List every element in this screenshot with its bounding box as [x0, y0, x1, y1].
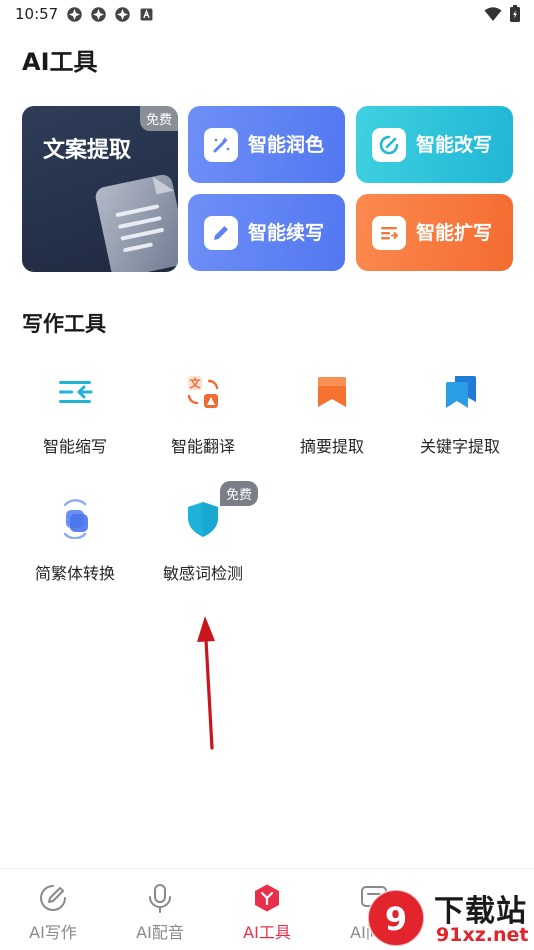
tool-summary-extract[interactable]: 摘要提取	[272, 372, 392, 457]
notification-app-icon	[115, 7, 130, 22]
watermark-logo-icon: 9	[367, 889, 425, 947]
magic-wand-icon	[204, 128, 238, 162]
notification-app-icon	[67, 7, 82, 22]
text-extraction-label: 文案提取	[43, 138, 132, 163]
pen-circle-icon	[40, 885, 66, 911]
edit-circle-icon	[372, 128, 406, 162]
tool-label: 摘要提取	[299, 437, 364, 456]
keyboard-a-icon	[140, 8, 153, 21]
tool-label: 智能缩写	[42, 437, 107, 456]
watermark-text-bottom: 91xz.net	[436, 924, 529, 946]
svg-text:9: 9	[385, 900, 407, 938]
convert-icon	[63, 499, 88, 539]
stacked-bookmark-icon	[446, 376, 476, 408]
nav-label: AI配音	[136, 923, 184, 942]
battery-icon	[510, 5, 520, 22]
tool-smart-translate[interactable]: 文 智能翻译	[143, 372, 263, 457]
pencil-icon	[204, 216, 238, 250]
wifi-icon	[484, 6, 502, 21]
text-extraction-card[interactable]: 文案提取 免费	[22, 106, 178, 272]
smart-continue-label: 智能续写	[248, 222, 325, 244]
tool-label: 智能翻译	[170, 437, 235, 456]
smart-expand-label: 智能扩写	[416, 222, 493, 244]
tool-label: 关键字提取	[419, 437, 500, 456]
translate-icon: 文	[187, 376, 219, 408]
tool-label: 敏感词检测	[162, 564, 243, 583]
tool-smart-abbreviate[interactable]: 智能缩写	[15, 372, 135, 457]
smart-continue-card[interactable]: 智能续写	[188, 194, 345, 271]
status-time: 10:57	[15, 5, 59, 23]
tool-label: 简繁体转换	[34, 564, 115, 583]
svg-text:文: 文	[190, 376, 202, 390]
tool-sensitive-word-check[interactable]: 免费 敏感词检测	[143, 481, 263, 584]
nav-tab-ai-tools[interactable]: AI工具	[227, 883, 307, 943]
tool-simp-trad-convert[interactable]: 简繁体转换	[15, 499, 135, 584]
smart-rewrite-card[interactable]: 智能改写	[356, 106, 513, 183]
smart-rewrite-label: 智能改写	[416, 134, 493, 156]
free-badge: 免费	[139, 106, 178, 131]
site-watermark-logo: 9 下载站 91xz.net	[362, 884, 534, 950]
notification-app-icon	[91, 7, 106, 22]
shield-icon	[188, 502, 218, 537]
microphone-icon	[149, 884, 171, 913]
notification-icons	[66, 6, 155, 23]
smart-expand-card[interactable]: 智能扩写	[356, 194, 513, 271]
nav-label: AI写作	[29, 923, 77, 942]
tool-keyword-extract[interactable]: 关键字提取	[400, 372, 520, 457]
document-illustration-icon	[95, 174, 178, 272]
nav-tab-ai-voice[interactable]: AI配音	[120, 883, 200, 943]
nav-label: AI工具	[243, 923, 291, 942]
section-title-writing-tools: 写作工具	[22, 312, 106, 336]
status-right	[484, 5, 520, 22]
indent-lines-icon	[59, 381, 93, 403]
red-arrow-annotation	[197, 616, 215, 750]
ai-tools-cube-icon	[255, 884, 279, 912]
expand-text-icon	[372, 216, 406, 250]
smart-polish-card[interactable]: 智能润色	[188, 106, 345, 183]
status-bar: 10:57	[0, 0, 534, 28]
free-badge: 免费	[220, 481, 259, 506]
smart-polish-label: 智能润色	[248, 134, 325, 156]
page-title: AI工具	[22, 48, 98, 76]
bookmark-icon	[318, 377, 346, 407]
nav-tab-ai-writing[interactable]: AI写作	[13, 883, 93, 943]
